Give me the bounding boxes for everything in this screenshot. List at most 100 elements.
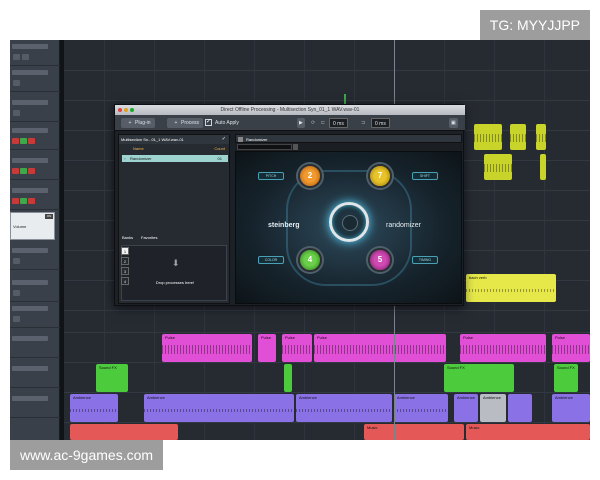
audio-clip[interactable] bbox=[510, 124, 526, 150]
knob-timing[interactable]: 5 bbox=[368, 248, 392, 272]
steinberg-logo: steinberg bbox=[268, 222, 300, 229]
randomizer-logo: randomizer bbox=[386, 222, 422, 229]
knob-shift[interactable]: 7 bbox=[368, 164, 392, 188]
watermark-top: TG: MYYJJPP bbox=[479, 10, 590, 40]
audio-clip[interactable] bbox=[536, 124, 546, 150]
inspector-label: Volume bbox=[13, 224, 27, 229]
track-header[interactable] bbox=[10, 392, 60, 418]
audio-clip[interactable]: Sound FX bbox=[444, 364, 514, 392]
loop-icon[interactable]: ⟳ bbox=[311, 118, 315, 128]
audio-clip[interactable]: Sound FX bbox=[96, 364, 128, 392]
midi-clip[interactable]: Pulse bbox=[162, 334, 252, 362]
slot-1[interactable]: 1 bbox=[121, 247, 129, 255]
post-roll-field[interactable]: 0 ms bbox=[371, 118, 390, 128]
pre-roll-icon[interactable]: ⊏ bbox=[321, 118, 325, 128]
track-header[interactable] bbox=[10, 40, 60, 66]
knob-pitch[interactable]: 2 bbox=[298, 164, 322, 188]
track-header[interactable] bbox=[10, 154, 60, 180]
record-button[interactable] bbox=[28, 198, 35, 204]
record-button[interactable] bbox=[12, 138, 19, 144]
midi-clip[interactable]: Pulse bbox=[460, 334, 546, 362]
record-button[interactable] bbox=[28, 138, 35, 144]
randomize-button[interactable] bbox=[329, 202, 369, 242]
audio-clip[interactable] bbox=[284, 364, 292, 392]
audio-clip[interactable] bbox=[484, 154, 512, 180]
midi-clip[interactable]: Pulse bbox=[314, 334, 446, 362]
auto-apply-label: Auto Apply bbox=[215, 120, 239, 126]
randomizer-preset-bar bbox=[235, 143, 462, 151]
label-pitch: PITCH bbox=[258, 172, 284, 180]
play-icon: ▶ bbox=[299, 120, 303, 126]
slot-3[interactable]: 3 bbox=[121, 267, 129, 275]
track-header[interactable] bbox=[10, 244, 60, 270]
knob-color[interactable]: 4 bbox=[298, 248, 322, 272]
play-button[interactable]: ▶ bbox=[297, 118, 305, 128]
track-header[interactable] bbox=[10, 276, 60, 302]
slot-list: 1 2 3 4 bbox=[121, 245, 129, 285]
drop-zone[interactable]: ⬇ Drop processes here! bbox=[121, 245, 227, 301]
track-header[interactable] bbox=[10, 184, 60, 210]
window-titlebar[interactable]: Direct Offline Processing - Multisection… bbox=[115, 105, 465, 115]
record-button[interactable] bbox=[28, 168, 35, 174]
audio-clip[interactable]: Ambience bbox=[394, 394, 448, 422]
audio-clip[interactable] bbox=[474, 124, 502, 150]
auto-apply-checkbox[interactable]: ✓ bbox=[205, 119, 212, 126]
label-shift: SHIFT bbox=[412, 172, 438, 180]
track-header[interactable] bbox=[10, 124, 60, 150]
randomizer-panel: PITCH SHIFT COLOR TIMING 2 7 4 5 steinbe… bbox=[235, 151, 462, 304]
slot-2[interactable]: 2 bbox=[121, 257, 129, 265]
audio-clip[interactable]: Ambience bbox=[454, 394, 478, 422]
audio-clip[interactable]: bach verb bbox=[466, 274, 556, 302]
checkbox-icon[interactable]: ▫ bbox=[124, 155, 125, 162]
track-header[interactable] bbox=[10, 96, 60, 122]
post-roll-icon[interactable]: ⊐ bbox=[361, 118, 365, 128]
checkmark-icon[interactable]: ✓ bbox=[222, 136, 226, 142]
audio-clip-selected[interactable]: Ambience bbox=[480, 394, 506, 422]
audio-clip[interactable]: Music bbox=[364, 424, 464, 440]
track-header[interactable] bbox=[10, 66, 60, 92]
audio-clip[interactable]: Music bbox=[466, 424, 590, 440]
direct-offline-processing-window[interactable]: Direct Offline Processing - Multisection… bbox=[114, 104, 465, 306]
audio-clip[interactable] bbox=[540, 154, 546, 180]
process-list-columns: Name Count bbox=[119, 146, 229, 153]
watermark-bottom: www.ac-9games.com bbox=[10, 440, 164, 470]
track-list: ON Volume bbox=[10, 40, 60, 440]
checkmark-icon: ✓ bbox=[206, 119, 212, 125]
slot-4[interactable]: 4 bbox=[121, 277, 129, 285]
drop-zone-text: Drop processes here! bbox=[155, 280, 195, 285]
record-button[interactable] bbox=[12, 168, 19, 174]
record-button[interactable] bbox=[12, 198, 19, 204]
audio-clip[interactable]: Ambience bbox=[296, 394, 392, 422]
process-list-panel: Multisection Sn...01_1 WAV.wav-01 ✓ Name… bbox=[118, 134, 230, 304]
inspector-volume[interactable]: ON Volume bbox=[10, 212, 55, 240]
list-item[interactable]: ▫ Randomizer 01 bbox=[122, 155, 228, 162]
audio-clip[interactable] bbox=[70, 424, 178, 440]
plugin-menu-button[interactable]: + Plug-in bbox=[121, 118, 155, 128]
monitor-button[interactable] bbox=[20, 168, 27, 174]
plus-icon: + bbox=[128, 120, 132, 126]
audio-clip[interactable] bbox=[508, 394, 532, 422]
audio-clip[interactable]: Ambience bbox=[552, 394, 590, 422]
arrow-down-icon: ⬇ bbox=[172, 258, 180, 268]
midi-clip[interactable]: Pulse bbox=[552, 334, 590, 362]
track-header[interactable] bbox=[10, 362, 60, 388]
audio-clip[interactable]: Ambience bbox=[144, 394, 294, 422]
preset-menu-icon[interactable] bbox=[293, 144, 298, 150]
monitor-button[interactable] bbox=[20, 138, 27, 144]
monitor-button[interactable] bbox=[20, 198, 27, 204]
pre-roll-field[interactable]: 0 ms bbox=[329, 118, 348, 128]
process-button[interactable]: + Process bbox=[167, 118, 204, 128]
midi-clip[interactable]: Pulse bbox=[258, 334, 276, 362]
tab-banks[interactable]: Banks bbox=[122, 235, 133, 240]
midi-clip[interactable]: Pulse bbox=[282, 334, 312, 362]
audio-clip[interactable]: Ambience bbox=[70, 394, 118, 422]
preset-field[interactable] bbox=[237, 144, 292, 150]
settings-icon[interactable]: ▣ bbox=[449, 118, 458, 128]
audio-clip[interactable]: Sound FX bbox=[554, 364, 578, 392]
track-header[interactable] bbox=[10, 302, 60, 328]
power-icon[interactable] bbox=[238, 137, 243, 142]
window-title: Direct Offline Processing - Multisection… bbox=[220, 107, 360, 113]
track-header[interactable] bbox=[10, 332, 60, 358]
tab-favorites[interactable]: Favorites bbox=[141, 235, 157, 240]
label-timing: TIMING bbox=[412, 256, 438, 264]
